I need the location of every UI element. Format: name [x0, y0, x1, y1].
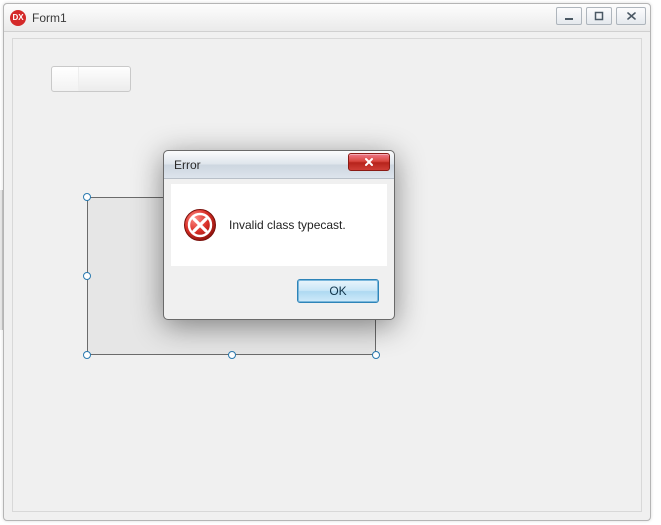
resize-handle-bottom-left[interactable] [83, 351, 91, 359]
minimize-button[interactable] [556, 7, 582, 25]
error-dialog: Error Invalid class typeca [163, 150, 395, 320]
dialog-footer: OK [171, 271, 387, 311]
dialog-message: Invalid class typecast. [229, 218, 346, 232]
maximize-button[interactable] [586, 7, 612, 25]
app-icon: DX [10, 10, 26, 26]
close-icon [363, 157, 375, 167]
close-button[interactable] [616, 7, 646, 25]
resize-handle-bottom-middle[interactable] [228, 351, 236, 359]
window-controls [556, 7, 646, 25]
minimize-icon [564, 11, 574, 21]
dialog-titlebar[interactable]: Error [164, 151, 394, 179]
dialog-title: Error [174, 158, 201, 172]
main-titlebar[interactable]: DX Form1 [4, 4, 650, 32]
maximize-icon [594, 11, 604, 21]
dialog-body: Invalid class typecast. [171, 184, 387, 266]
error-icon [183, 208, 217, 242]
dialog-close-button[interactable] [348, 153, 390, 171]
ok-button[interactable]: OK [297, 279, 379, 303]
background-fragment [654, 0, 661, 525]
toolbar-button[interactable] [51, 66, 131, 92]
resize-handle-middle-left[interactable] [83, 272, 91, 280]
close-icon [626, 11, 637, 21]
resize-handle-top-left[interactable] [83, 193, 91, 201]
resize-handle-bottom-right[interactable] [372, 351, 380, 359]
window-title: Form1 [32, 11, 67, 25]
ok-button-label: OK [329, 284, 346, 298]
